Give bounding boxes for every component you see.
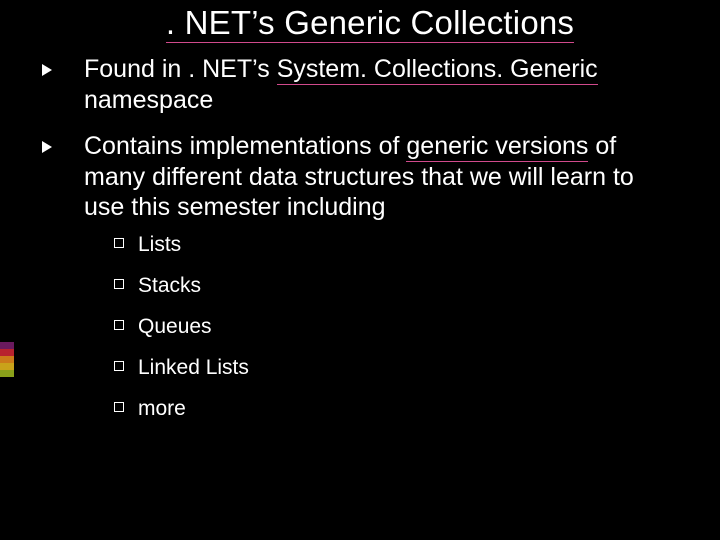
bullet-item: Found in . NET’s System. Collections. Ge… bbox=[60, 54, 680, 115]
bullet-underlined: System. Collections. Generic bbox=[277, 55, 598, 85]
slide-title-text: . NET’s Generic Collections bbox=[166, 4, 574, 43]
sub-item: more bbox=[114, 397, 680, 420]
sub-item: Linked Lists bbox=[114, 356, 680, 379]
bullet-item: Contains implementations of generic vers… bbox=[60, 131, 680, 420]
slide: . NET’s Generic Collections Found in . N… bbox=[0, 0, 720, 540]
accent-bar bbox=[0, 342, 14, 349]
bullet-text: Found in . NET’s bbox=[84, 55, 277, 83]
bullet-text: Contains implementations of bbox=[84, 132, 406, 160]
sub-item: Stacks bbox=[114, 274, 680, 297]
accent-bars bbox=[0, 342, 14, 377]
slide-title: . NET’s Generic Collections bbox=[60, 4, 680, 42]
sub-list: Lists Stacks Queues Linked Lists more bbox=[114, 233, 680, 420]
accent-bar bbox=[0, 356, 14, 363]
accent-bar bbox=[0, 349, 14, 356]
sub-item: Lists bbox=[114, 233, 680, 256]
accent-bar bbox=[0, 370, 14, 377]
bullet-list: Found in . NET’s System. Collections. Ge… bbox=[60, 54, 680, 420]
bullet-text: namespace bbox=[84, 86, 213, 114]
sub-item: Queues bbox=[114, 315, 680, 338]
accent-bar bbox=[0, 363, 14, 370]
bullet-underlined: generic versions bbox=[406, 132, 588, 162]
